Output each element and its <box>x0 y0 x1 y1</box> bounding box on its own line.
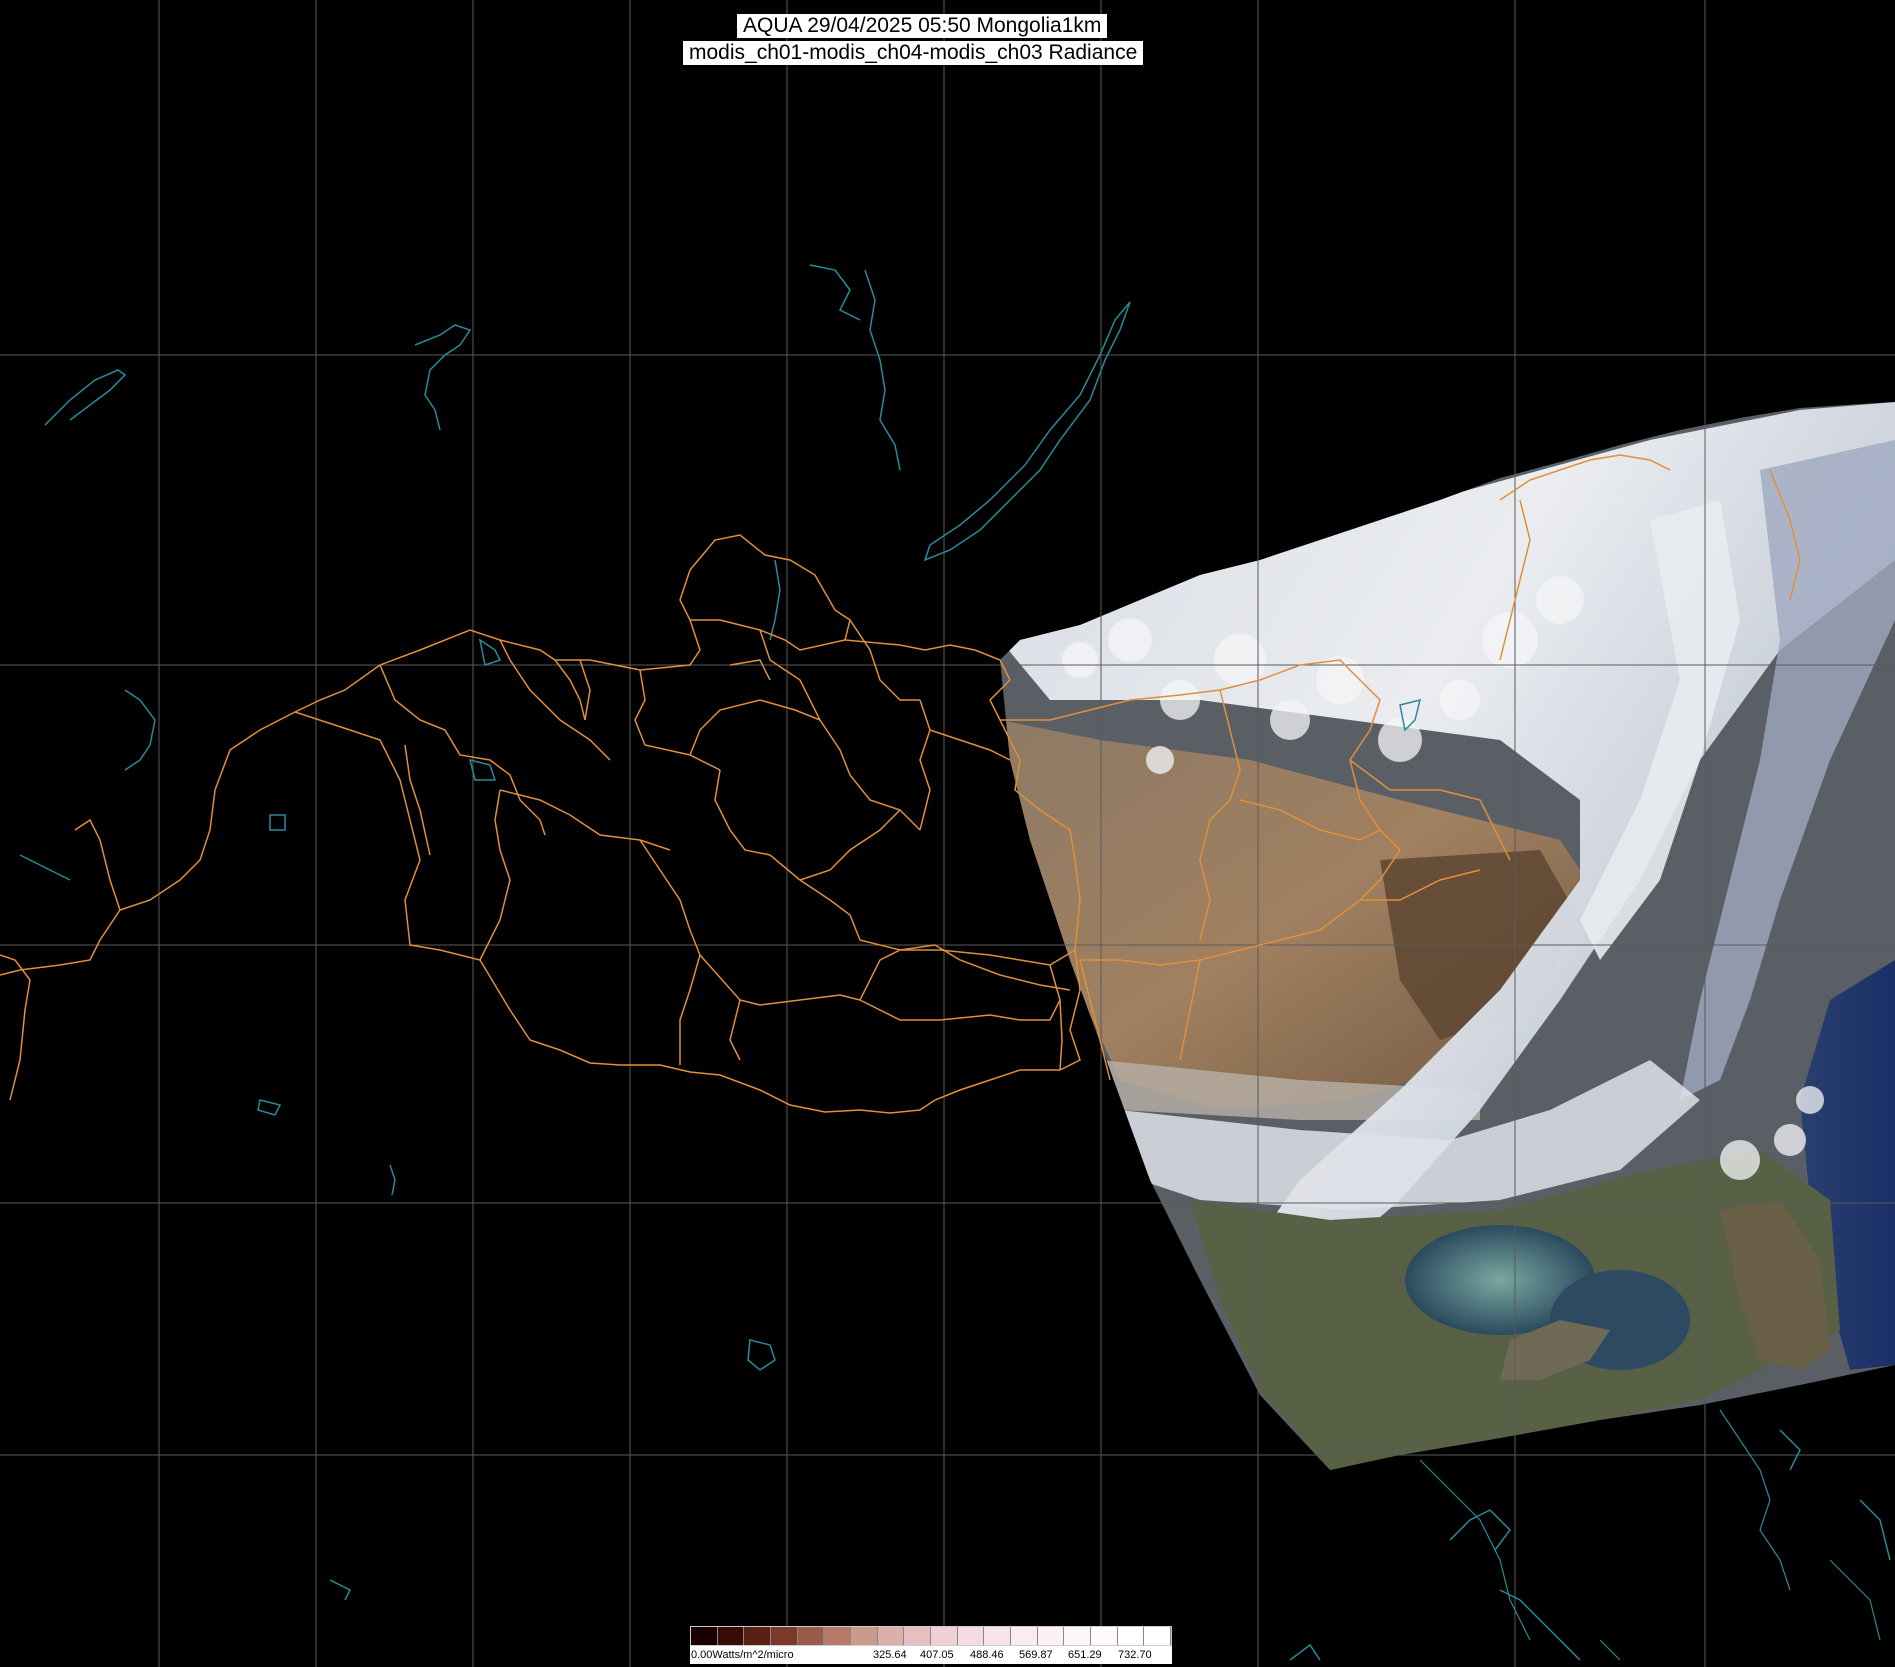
map-canvas <box>0 0 1895 1667</box>
colorbar-swatch <box>771 1627 798 1645</box>
colorbar-swatch <box>984 1627 1012 1645</box>
colorbar-label: 488.46 <box>970 1649 1004 1661</box>
colorbar-label: 325.64 <box>873 1649 907 1661</box>
colorbar-strip <box>690 1626 1172 1646</box>
colorbar-label: 407.05 <box>920 1649 954 1661</box>
colorbar-swatch <box>957 1627 985 1645</box>
colorbar-swatch <box>691 1627 718 1645</box>
colorbar-swatch <box>1011 1627 1038 1645</box>
colorbar-swatch <box>744 1627 772 1645</box>
colorbar-swatch <box>824 1627 852 1645</box>
colorbar-swatch <box>1064 1627 1092 1645</box>
coastlines <box>1419 1409 1881 1661</box>
colorbar-label: 732.70 <box>1118 1649 1152 1661</box>
colorbar-swatch <box>904 1627 932 1645</box>
colorbar-swatch <box>931 1627 958 1645</box>
colorbar-swatch <box>717 1627 745 1645</box>
colorbar-labels: 0.00Watts/m^2/micro 325.64 407.05 488.46… <box>690 1646 1172 1664</box>
colorbar-swatch <box>1091 1627 1118 1645</box>
satellite-swath <box>1000 402 1895 1470</box>
colorbar-label: 569.87 <box>1019 1649 1053 1661</box>
colorbar-label: 651.29 <box>1068 1649 1102 1661</box>
colorbar-swatch <box>1037 1627 1065 1645</box>
colorbar-swatch <box>1144 1627 1172 1645</box>
colorbar-legend: 0.00Watts/m^2/micro 325.64 407.05 488.46… <box>690 1626 1172 1667</box>
colorbar-swatch <box>877 1627 905 1645</box>
title-line-1: AQUA 29/04/2025 05:50 Mongolia1km <box>737 14 1108 38</box>
colorbar-swatch <box>851 1627 878 1645</box>
colorbar-swatch <box>1117 1627 1145 1645</box>
satellite-map-view: AQUA 29/04/2025 05:50 Mongolia1km modis_… <box>0 0 1895 1667</box>
title-line-2: modis_ch01-modis_ch04-modis_ch03 Radianc… <box>683 41 1144 65</box>
colorbar-swatch <box>797 1627 825 1645</box>
colorbar-label: 0.00Watts/m^2/micro <box>691 1649 794 1661</box>
